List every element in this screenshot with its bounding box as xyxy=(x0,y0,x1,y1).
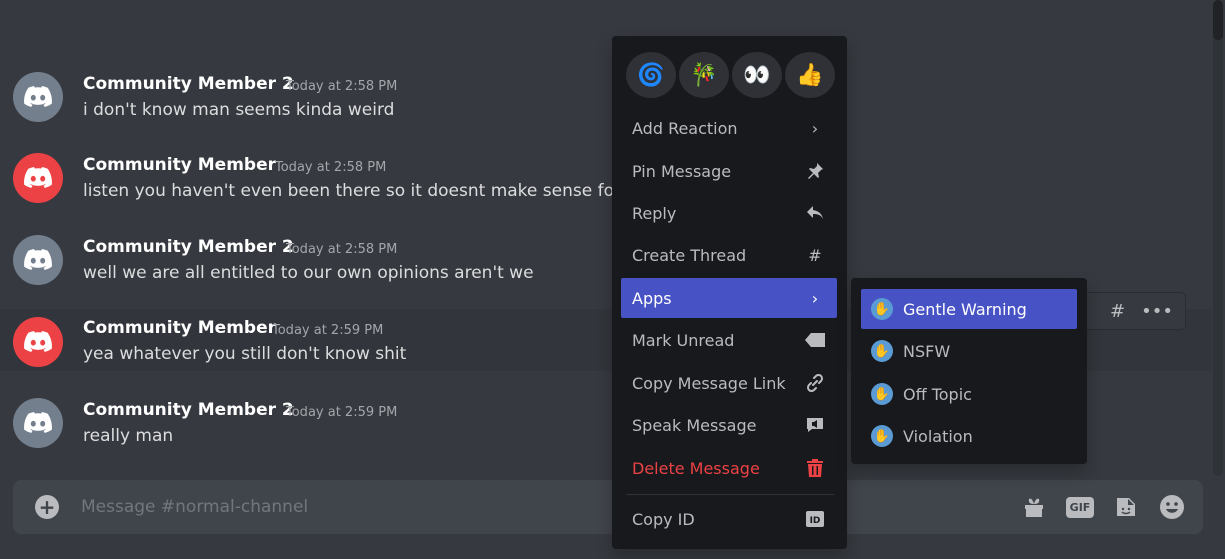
discord-logo-icon xyxy=(24,249,52,270)
submenu-item-off-topic[interactable]: ✋ Off Topic xyxy=(861,374,1077,414)
more-icon[interactable]: ••• xyxy=(1141,301,1173,322)
menu-item-pin-message[interactable]: Pin Message xyxy=(621,151,837,191)
submenu-item-label: Violation xyxy=(903,426,973,446)
chevron-right-icon: › xyxy=(811,288,819,308)
discord-logo-icon xyxy=(24,331,52,352)
menu-item-apps[interactable]: Apps › xyxy=(621,278,837,318)
emoji-icon[interactable] xyxy=(1157,493,1187,521)
bamboo-icon: 🎋 xyxy=(690,62,718,88)
message-item[interactable]: Community Member Today at 2:58 PM listen… xyxy=(0,143,1212,223)
message-text: well we are all entitled to our own opin… xyxy=(83,263,534,283)
discord-logo-icon xyxy=(24,412,52,433)
scrollbar-thumb[interactable] xyxy=(1213,0,1223,40)
link-icon xyxy=(805,374,825,392)
avatar[interactable] xyxy=(13,317,63,367)
message-text: i don't know man seems kinda weird xyxy=(83,100,395,120)
menu-item-label: Delete Message xyxy=(632,458,760,478)
apps-submenu: ✋ Gentle Warning ✋ NSFW ✋ Off Topic ✋ Vi… xyxy=(851,278,1087,464)
pin-icon xyxy=(805,162,825,180)
svg-text:ID: ID xyxy=(810,516,821,526)
message-timestamp: Today at 2:58 PM xyxy=(275,160,387,175)
sticker-icon[interactable] xyxy=(1111,493,1141,521)
submenu-item-label: Gentle Warning xyxy=(903,299,1027,319)
eyes-icon: 👀 xyxy=(743,62,771,88)
message-author[interactable]: Community Member xyxy=(83,318,276,338)
menu-item-create-thread[interactable]: Create Thread # xyxy=(621,235,837,275)
menu-item-label: Reply xyxy=(632,203,677,223)
menu-item-copy-id[interactable]: Copy ID ID xyxy=(621,499,837,539)
discord-logo-icon xyxy=(24,167,52,188)
avatar[interactable] xyxy=(13,72,63,122)
thread-icon[interactable]: # xyxy=(1110,301,1125,322)
menu-item-label: Add Reaction xyxy=(632,118,738,138)
menu-item-mark-unread[interactable]: Mark Unread xyxy=(621,320,837,360)
raised-hand-icon: ✋ xyxy=(871,425,893,447)
id-icon: ID xyxy=(805,511,825,527)
menu-item-add-reaction[interactable]: Add Reaction › xyxy=(621,108,837,148)
menu-item-label: Copy Message Link xyxy=(632,373,786,393)
submenu-item-violation[interactable]: ✋ Violation xyxy=(861,416,1077,456)
menu-item-delete-message[interactable]: Delete Message xyxy=(621,448,837,488)
reaction-thumbs-up-button[interactable]: 👍 xyxy=(785,52,835,98)
menu-item-label: Mark Unread xyxy=(632,330,735,350)
message-text: listen you haven't even been there so it… xyxy=(83,181,647,201)
message-timestamp: Today at 2:59 PM xyxy=(272,323,384,338)
menu-item-label: Create Thread xyxy=(632,245,747,265)
message-timestamp: Today at 2:58 PM xyxy=(286,242,398,257)
menu-item-label: Apps xyxy=(632,288,672,308)
chevron-right-icon: › xyxy=(811,118,819,138)
menu-separator xyxy=(626,494,834,495)
message-context-menu: 🌀 🎋 👀 👍 Add Reaction › Pin Message Reply… xyxy=(612,36,847,549)
reaction-bamboo-button[interactable]: 🎋 xyxy=(679,52,729,98)
thread-icon: # xyxy=(808,245,822,265)
message-author[interactable]: Community Member xyxy=(83,155,276,175)
reaction-cyclone-button[interactable]: 🌀 xyxy=(626,52,676,98)
menu-item-label: Pin Message xyxy=(632,161,732,181)
reaction-eyes-button[interactable]: 👀 xyxy=(732,52,782,98)
message-text: yea whatever you still don't know shit xyxy=(83,344,407,364)
message-item[interactable]: Community Member 2 Today at 2:58 PM i do… xyxy=(0,62,1212,142)
message-timestamp: Today at 2:58 PM xyxy=(286,79,398,94)
raised-hand-icon: ✋ xyxy=(871,298,893,320)
raised-hand-icon: ✋ xyxy=(871,340,893,362)
message-author[interactable]: Community Member 2 xyxy=(83,74,294,94)
message-author[interactable]: Community Member 2 xyxy=(83,237,294,257)
message-timestamp: Today at 2:59 PM xyxy=(286,405,398,420)
avatar[interactable] xyxy=(13,398,63,448)
quick-reactions: 🌀 🎋 👀 👍 xyxy=(626,52,835,98)
message-hover-toolbar: # ••• xyxy=(1072,292,1186,330)
menu-item-label: Copy ID xyxy=(632,509,695,529)
message-author[interactable]: Community Member 2 xyxy=(83,400,294,420)
message-composer: + GIF xyxy=(13,480,1203,534)
menu-item-label: Speak Message xyxy=(632,415,757,435)
menu-item-copy-message-link[interactable]: Copy Message Link xyxy=(621,363,837,403)
cyclone-icon: 🌀 xyxy=(637,62,665,88)
mark-unread-icon xyxy=(805,333,825,347)
gift-icon[interactable] xyxy=(1019,493,1049,521)
scrollbar-track[interactable] xyxy=(1213,0,1223,476)
submenu-item-nsfw[interactable]: ✋ NSFW xyxy=(861,331,1077,371)
submenu-item-label: Off Topic xyxy=(903,384,972,404)
menu-item-reply[interactable]: Reply xyxy=(621,193,837,233)
reply-icon xyxy=(805,205,825,221)
thumbs-up-icon: 👍 xyxy=(796,62,824,88)
avatar[interactable] xyxy=(13,235,63,285)
plus-icon[interactable]: + xyxy=(35,495,59,519)
message-text: really man xyxy=(83,426,174,446)
trash-icon xyxy=(805,459,825,477)
raised-hand-icon: ✋ xyxy=(871,383,893,405)
gif-label: GIF xyxy=(1065,496,1095,518)
menu-item-speak-message[interactable]: Speak Message xyxy=(621,405,837,445)
discord-logo-icon xyxy=(24,86,52,107)
submenu-item-gentle-warning[interactable]: ✋ Gentle Warning xyxy=(861,289,1077,329)
submenu-item-label: NSFW xyxy=(903,341,951,361)
gif-icon[interactable]: GIF xyxy=(1065,493,1095,521)
avatar[interactable] xyxy=(13,153,63,203)
speak-icon xyxy=(805,417,825,433)
